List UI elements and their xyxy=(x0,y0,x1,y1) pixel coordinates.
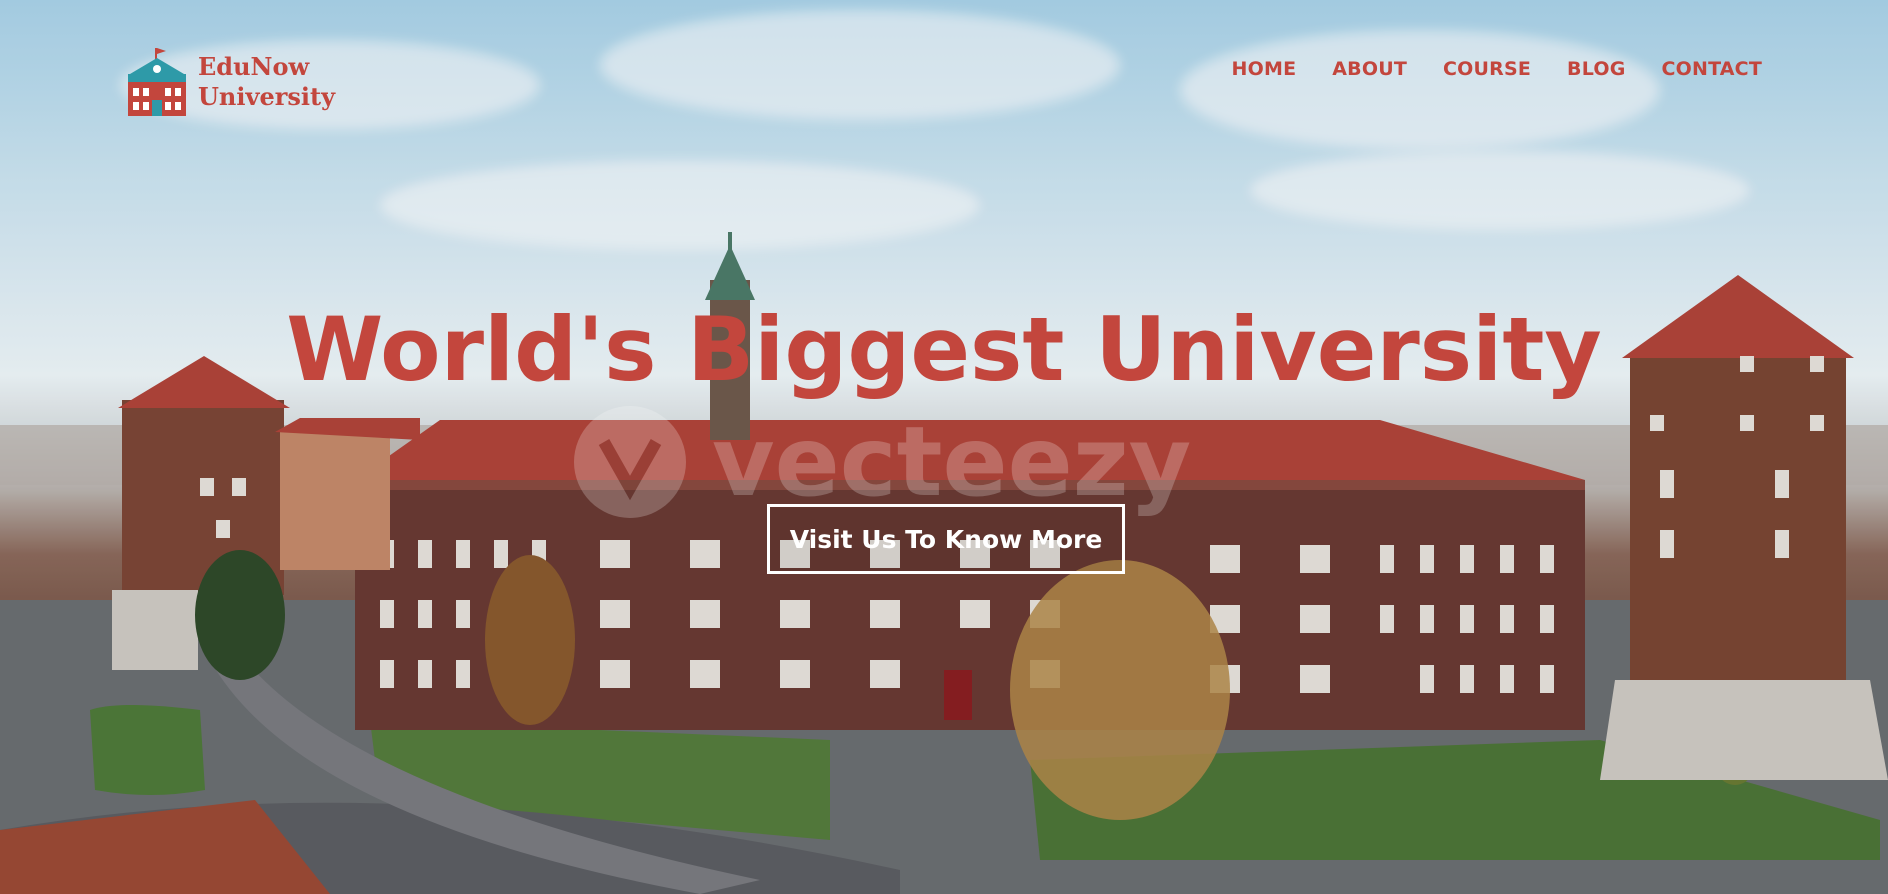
brand-logo[interactable]: EduNow University xyxy=(124,46,335,118)
brand-name-line2: University xyxy=(198,82,336,111)
school-building-icon xyxy=(128,48,186,116)
brand-name-line1: EduNow xyxy=(198,52,310,81)
visit-us-button[interactable]: Visit Us To Know More xyxy=(767,504,1125,574)
hero-section xyxy=(0,0,1888,894)
nav-link-home[interactable]: HOME xyxy=(1232,58,1297,80)
brand-name: EduNow University xyxy=(198,52,335,112)
site-header: EduNow University HOME ABOUT COURSE BLOG… xyxy=(0,0,1888,130)
nav-link-blog[interactable]: BLOG xyxy=(1567,58,1625,80)
main-nav: HOME ABOUT COURSE BLOG CONTACT xyxy=(1232,58,1762,80)
nav-link-about[interactable]: ABOUT xyxy=(1332,58,1407,80)
nav-link-contact[interactable]: CONTACT xyxy=(1662,58,1763,80)
hero-title: World's Biggest University xyxy=(286,298,1602,401)
hero-overlay xyxy=(0,0,1888,894)
nav-link-course[interactable]: COURSE xyxy=(1443,58,1531,80)
